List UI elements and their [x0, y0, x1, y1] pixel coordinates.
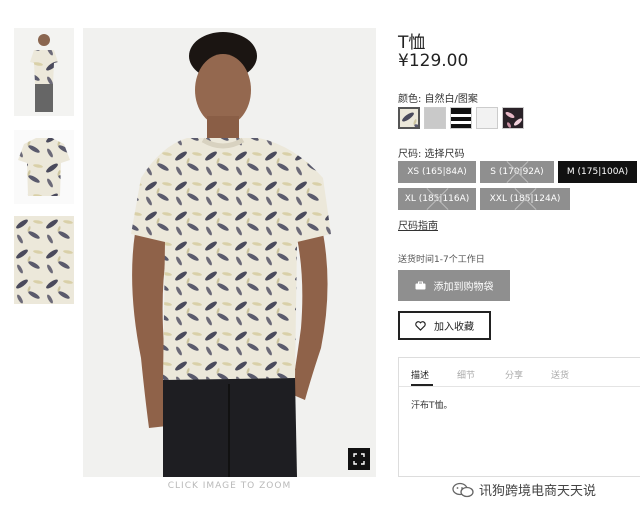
heart-icon [415, 320, 426, 331]
product-description: 汗布T恤。 [411, 401, 453, 411]
product-info-tabs: 描述 细节 分享 送货 汗布T恤。 [398, 357, 640, 477]
thumbnail-model[interactable] [14, 28, 74, 116]
model-photo [83, 28, 376, 477]
size-m-button[interactable]: M (175|100A) [558, 161, 637, 183]
size-xl-button[interactable]: XL (185|116A) [398, 188, 476, 210]
thumbnail-flat-shirt[interactable] [14, 130, 74, 204]
stripe-swatch-image [451, 108, 471, 128]
floral-swatch-image [503, 108, 523, 128]
bag-icon [415, 281, 425, 290]
size-label: 尺码: 选择尺码 [398, 149, 465, 160]
swatch-white[interactable] [476, 107, 498, 129]
size-xxl-button[interactable]: XXL (185|124A) [480, 188, 570, 210]
add-to-cart-button[interactable]: 添加到购物袋 [398, 270, 510, 301]
tab-share[interactable]: 分享 [505, 368, 523, 381]
add-to-favorites-button[interactable]: 加入收藏 [398, 311, 491, 340]
tab-delivery[interactable]: 送货 [551, 368, 569, 381]
swatch-black-white-stripe[interactable] [450, 107, 472, 129]
add-to-cart-label: 添加到购物袋 [433, 282, 494, 293]
watermark: 讯狗跨境电商天天说 [452, 480, 596, 499]
fabric-detail-thumbnail-image [14, 216, 74, 304]
leaf-print-swatch-image [400, 109, 418, 127]
delivery-info: 送货时间1-7个工作日 [398, 255, 485, 265]
tab-description[interactable]: 描述 [411, 368, 429, 381]
swatch-light-grey[interactable] [424, 107, 446, 129]
swatch-white-leaf-print[interactable] [398, 107, 420, 129]
fullscreen-button[interactable] [348, 448, 370, 470]
tab-details[interactable]: 细节 [457, 368, 475, 381]
size-s-button[interactable]: S (170|92A) [480, 161, 554, 183]
watermark-text: 讯狗跨境电商天天说 [479, 484, 597, 499]
thumbnail-fabric-detail[interactable] [14, 216, 74, 304]
add-to-favorites-label: 加入收藏 [434, 322, 474, 333]
product-price: ¥129.00 [398, 51, 469, 71]
model-thumbnail-image [14, 28, 74, 116]
expand-icon [353, 453, 365, 465]
color-label: 颜色: 自然白/图案 [398, 94, 478, 105]
zoom-caption: CLICK IMAGE TO ZOOM [167, 481, 292, 491]
size-xs-button[interactable]: XS (165|84A) [398, 161, 476, 183]
tab-divider [399, 386, 640, 387]
size-guide-link[interactable]: 尺码指南 [398, 217, 438, 232]
swatch-pink-floral[interactable] [502, 107, 524, 129]
product-title: T恤 [398, 33, 426, 53]
flat-shirt-thumbnail-image [14, 130, 74, 204]
wechat-icon [452, 482, 474, 497]
main-product-image[interactable] [83, 28, 376, 477]
active-tab-indicator [411, 384, 433, 386]
